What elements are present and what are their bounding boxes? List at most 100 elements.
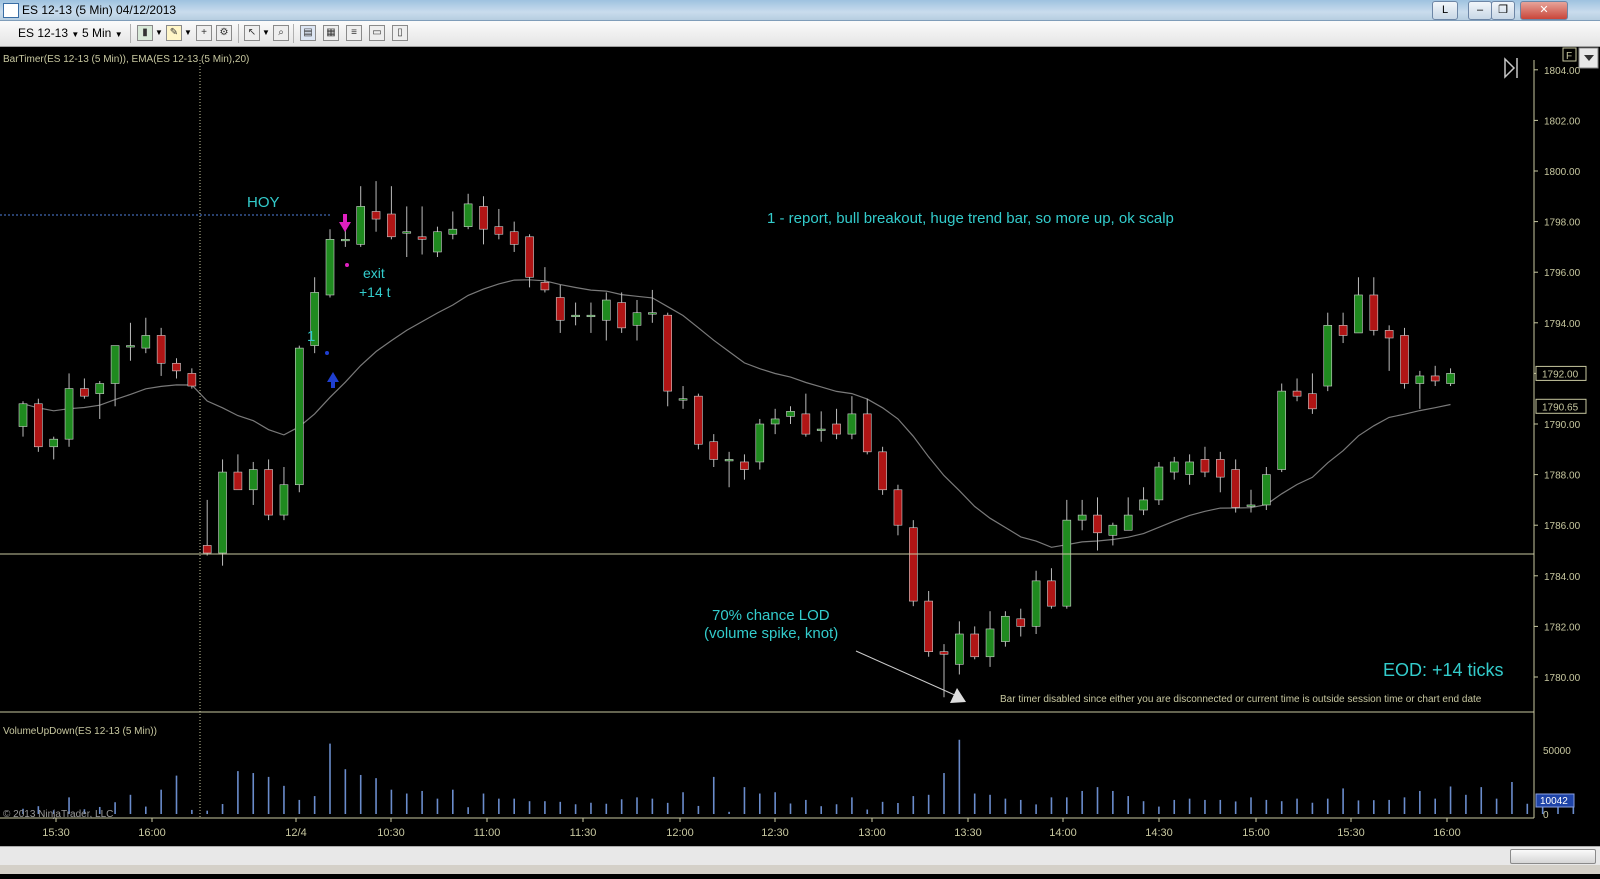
print-icon[interactable]: ▭ — [369, 25, 385, 41]
candle-up[interactable] — [110, 345, 120, 384]
candle-down[interactable] — [509, 231, 519, 245]
candle-up[interactable] — [1062, 519, 1072, 607]
candle-down[interactable] — [233, 471, 243, 491]
candle-down[interactable] — [740, 461, 749, 470]
candle-down[interactable] — [479, 206, 488, 230]
candle-down[interactable] — [663, 314, 673, 392]
candle-up[interactable] — [279, 484, 289, 516]
candle-down[interactable] — [1047, 580, 1056, 607]
chart-trader-icon[interactable]: ▤ — [300, 25, 316, 41]
candle-up[interactable] — [1123, 514, 1133, 531]
pin-button[interactable]: L — [1432, 1, 1458, 20]
candle-down[interactable] — [1384, 330, 1394, 339]
candle-up[interactable] — [755, 423, 765, 463]
candle-up[interactable] — [955, 633, 964, 665]
candle-down[interactable] — [1292, 390, 1302, 397]
restore-button[interactable]: ❐ — [1491, 1, 1515, 20]
candle-up[interactable] — [218, 471, 227, 554]
bar-type-icon[interactable]: ▮ — [137, 25, 153, 41]
candle-up[interactable] — [1246, 504, 1256, 507]
candle-down[interactable] — [1016, 618, 1026, 627]
data-box-icon[interactable]: ▦ — [323, 25, 339, 41]
candle-up[interactable] — [294, 347, 304, 486]
candle-up[interactable] — [49, 438, 59, 448]
candle-down[interactable] — [893, 489, 903, 526]
candle-up[interactable] — [1031, 580, 1041, 627]
candle-up[interactable] — [770, 418, 780, 425]
minimize-button[interactable]: – — [1468, 1, 1492, 20]
close-button[interactable]: ✕ — [1520, 1, 1568, 20]
candle-down[interactable] — [862, 413, 872, 453]
candle-down[interactable] — [1093, 514, 1102, 534]
candle-up[interactable] — [1262, 474, 1271, 506]
chevron-down-icon[interactable]: ▼ — [262, 25, 270, 41]
candle-up[interactable] — [985, 628, 995, 658]
candle-down[interactable] — [694, 395, 703, 445]
candle-down[interactable] — [1308, 393, 1317, 410]
candle-down[interactable] — [34, 403, 43, 448]
interval-selector[interactable]: 5 Min ▼ — [82, 25, 128, 41]
chart-panel[interactable]: 1804.00 1802.00 1800.00 1798.00 1796.00 1794.… — [0, 47, 1600, 874]
candle-down[interactable] — [525, 236, 534, 278]
candle-down[interactable] — [156, 335, 166, 364]
candle-up[interactable] — [847, 413, 857, 435]
zoom-icon[interactable]: ⌕ — [273, 25, 289, 41]
candle-down[interactable] — [970, 633, 980, 658]
candle-up[interactable] — [463, 203, 473, 227]
candle-down[interactable] — [555, 297, 565, 321]
candle-up[interactable] — [356, 206, 366, 245]
candle-up[interactable] — [95, 383, 105, 394]
candle-up[interactable] — [586, 314, 596, 318]
candle-up[interactable] — [1354, 294, 1363, 334]
candle-down[interactable] — [924, 600, 933, 652]
chart-tab-strip[interactable] — [0, 865, 1600, 874]
candle-down[interactable] — [878, 451, 887, 491]
candle-down[interactable] — [1216, 459, 1225, 478]
candle-down[interactable] — [1338, 325, 1348, 336]
candle-up[interactable] — [402, 231, 412, 234]
candle-up[interactable] — [1077, 514, 1087, 521]
candle-up[interactable] — [601, 299, 611, 321]
candle-down[interactable] — [387, 213, 396, 238]
candle-down[interactable] — [371, 211, 381, 220]
candle-up[interactable] — [248, 469, 258, 491]
candle-up[interactable] — [448, 228, 458, 235]
candle-down[interactable] — [202, 545, 212, 554]
candle-down[interactable] — [709, 441, 719, 460]
candle-up[interactable] — [1185, 461, 1194, 475]
indicator-icon[interactable]: + — [196, 25, 212, 41]
candle-up[interactable] — [1277, 390, 1286, 470]
candle-up[interactable] — [126, 345, 135, 348]
candle-up[interactable] — [1446, 373, 1455, 384]
chart-template-icon[interactable]: ▯ — [392, 25, 408, 41]
candle-down[interactable] — [187, 373, 197, 387]
chevron-down-icon[interactable]: ▼ — [184, 25, 192, 41]
pointer-icon[interactable]: ↖ — [244, 25, 260, 41]
candle-up[interactable] — [341, 239, 350, 242]
candle-down[interactable] — [801, 413, 811, 435]
properties-icon[interactable]: ≡ — [346, 25, 362, 41]
strategy-icon[interactable]: ⚙ — [216, 25, 232, 41]
candle-up[interactable] — [64, 388, 74, 440]
candle-down[interactable] — [80, 388, 89, 397]
candle-up[interactable] — [632, 312, 642, 326]
candle-up[interactable] — [18, 403, 28, 427]
candle-up[interactable] — [325, 239, 335, 296]
candle-down[interactable] — [1430, 375, 1440, 382]
candle-up[interactable] — [786, 411, 795, 417]
candle-down[interactable] — [1231, 469, 1240, 508]
candle-up[interactable] — [1169, 461, 1179, 473]
candle-up[interactable] — [648, 312, 657, 315]
candle-up[interactable] — [1323, 325, 1333, 387]
drawing-tool-icon[interactable]: ✎ — [166, 25, 182, 41]
instrument-selector[interactable]: ES 12-13 ▼ — [18, 25, 80, 41]
candle-up[interactable] — [1001, 615, 1010, 642]
candle-up[interactable] — [678, 398, 688, 401]
price-chart-svg[interactable]: 1804.00 1802.00 1800.00 1798.00 1796.00 1794.… — [0, 47, 1600, 874]
candle-up[interactable] — [141, 335, 151, 349]
candle-down[interactable] — [908, 527, 918, 602]
candle-down[interactable] — [417, 236, 427, 240]
candle-up[interactable] — [724, 459, 734, 462]
candle-down[interactable] — [1400, 335, 1409, 384]
candle-up[interactable] — [571, 314, 580, 318]
